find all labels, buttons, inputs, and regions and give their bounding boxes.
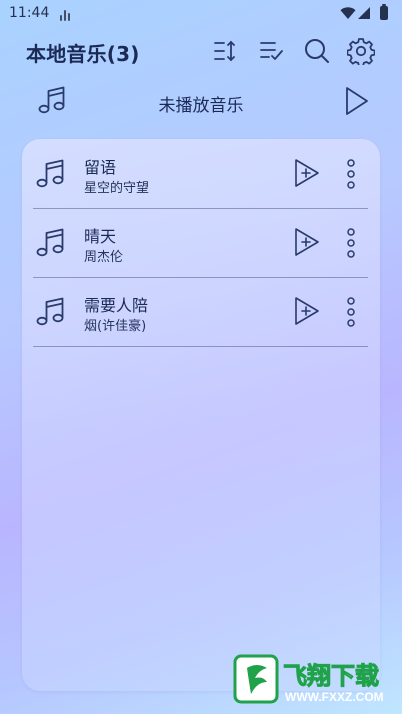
status-icons [340,4,392,22]
multi-select-button[interactable] [256,36,286,66]
song-artist: 星空的守望 [84,181,150,196]
wifi-icon [340,7,356,19]
play-icon[interactable] [340,84,372,118]
song-row[interactable]: 晴天 周杰伦 [33,209,368,278]
multi-select-icon [260,42,283,60]
song-row[interactable]: 留语 星空的守望 [33,140,368,209]
more-options-icon[interactable] [345,296,357,328]
song-list-card: 留语 星空的守望 晴天 周杰伦 需要人陪 烟(许佳豪) [22,139,380,691]
song-row[interactable]: 需要人陪 烟(许佳豪) [33,278,368,347]
watermark-logo: 飞翔下载 WWW.FXXZ.COM [233,654,384,704]
search-button[interactable] [302,36,332,66]
play-next-icon[interactable] [293,157,321,189]
sort-icon [214,40,235,62]
song-title: 晴天 [84,227,117,246]
more-options-icon[interactable] [345,158,357,190]
song-title: 留语 [84,158,117,177]
music-note-icon [36,297,64,326]
now-playing-bar[interactable]: 未播放音乐 [0,82,402,122]
svg-text:飞翔下载: 飞翔下载 [283,662,379,690]
status-time: 11:44 [9,5,50,21]
app-header: 本地音乐(3) [0,30,402,76]
song-artist: 周杰伦 [84,250,124,265]
more-options-icon[interactable] [345,227,357,259]
play-next-icon[interactable] [293,295,321,327]
svg-text:WWW.FXXZ.COM: WWW.FXXZ.COM [285,690,384,704]
signal-icon [358,7,370,19]
settings-gear-icon [347,38,375,65]
search-icon [305,39,329,63]
page-title: 本地音乐(3) [26,42,140,66]
song-title: 需要人陪 [84,296,149,315]
song-artist: 烟(许佳豪) [84,319,147,334]
music-note-icon [36,228,64,257]
sort-button[interactable] [210,36,240,66]
settings-button[interactable] [346,36,376,66]
notification-bars-icon [60,9,72,21]
play-next-icon[interactable] [293,226,321,258]
music-note-icon [36,159,64,188]
battery-icon [380,4,388,20]
status-bar: 11:44 [0,0,402,28]
